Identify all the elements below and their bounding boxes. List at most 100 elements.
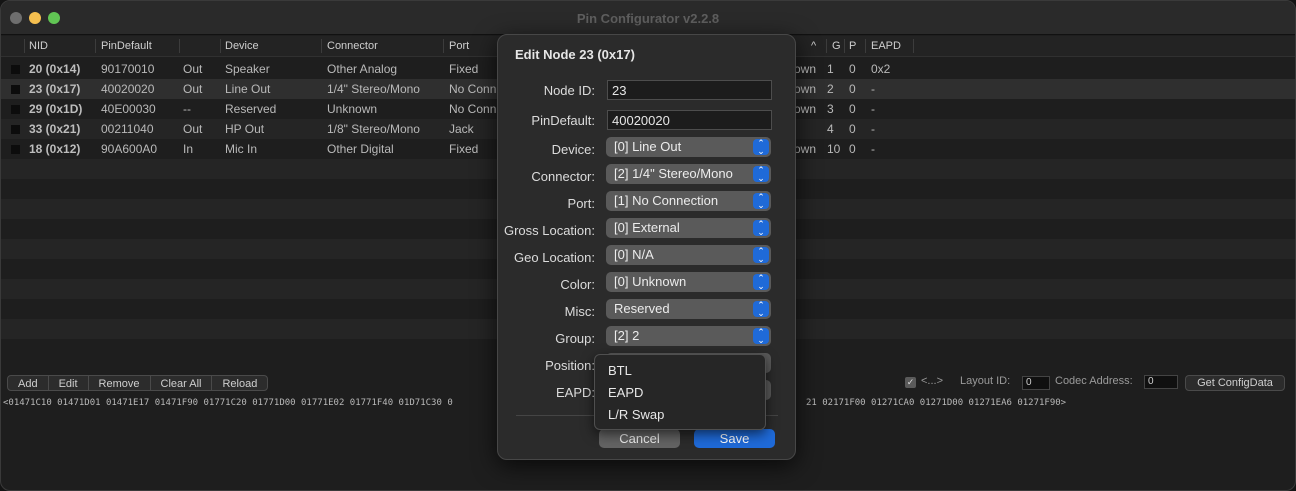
arrows-checkbox[interactable]: ✓ [905, 377, 916, 388]
cell-device: Line Out [225, 82, 271, 96]
cell-nid: 29 (0x1D) [29, 102, 83, 116]
cell-direction: In [183, 142, 194, 156]
chevron-updown-icon: ⌃ ⌄ [753, 274, 769, 291]
menu-item-lr-swap[interactable]: L/R Swap [608, 407, 664, 422]
pindefault-label: PinDefault: [531, 113, 595, 128]
reload-button[interactable]: Reload [212, 376, 267, 390]
gross-location-select-value: [0] External [614, 220, 680, 235]
codec-address-label: Codec Address: [1055, 375, 1133, 387]
cell-location: own [794, 142, 817, 156]
edit-button[interactable]: Edit [49, 376, 89, 390]
cell-direction: -- [183, 102, 191, 116]
cell-position: 0 [849, 122, 856, 136]
cell-nid: 18 (0x12) [29, 142, 81, 156]
misc-label: Misc: [564, 304, 595, 319]
node-id-field[interactable]: 23 [607, 80, 772, 100]
cell-device: Mic In [225, 142, 258, 156]
row-checkbox[interactable] [11, 145, 20, 154]
column-separator [844, 39, 845, 53]
port-select[interactable]: [1] No Connection ⌃ ⌄ [606, 191, 771, 211]
cell-connector: 1/4" Stereo/Mono [327, 82, 420, 96]
cell-port: Fixed [449, 62, 479, 76]
position-label: Position: [545, 358, 595, 373]
cell-device: Speaker [225, 62, 270, 76]
menu-item-btl[interactable]: BTL [608, 363, 632, 378]
cell-port: No Conn [449, 82, 497, 96]
clear-all-button[interactable]: Clear All [151, 376, 213, 390]
cell-port: Fixed [449, 142, 479, 156]
misc-select[interactable]: Reserved ⌃ ⌄ [606, 299, 771, 319]
cell-group: 4 [827, 122, 834, 136]
cell-pindefault: 40E00030 [101, 102, 156, 116]
add-button[interactable]: Add [8, 376, 49, 390]
device-select[interactable]: [0] Line Out ⌃ ⌄ [606, 137, 771, 157]
column-separator [220, 39, 221, 53]
cell-direction: Out [183, 62, 203, 76]
cell-device: Reserved [225, 102, 277, 116]
column-separator [24, 39, 25, 53]
group-select[interactable]: [2] 2 ⌃ ⌄ [606, 326, 771, 346]
group-label: Group: [555, 331, 595, 346]
codec-address-stepper[interactable]: 0 [1144, 375, 1178, 389]
remove-button[interactable]: Remove [89, 376, 151, 390]
cell-pindefault: 00211040 [101, 122, 154, 136]
cell-position: 0 [849, 142, 856, 156]
cell-position: 0 [849, 62, 856, 76]
column-header-device[interactable]: Device [225, 40, 259, 52]
row-checkbox[interactable] [11, 85, 20, 94]
column-separator [826, 39, 827, 53]
chevron-updown-icon: ⌃ ⌄ [753, 247, 769, 264]
column-header-connector[interactable]: Connector [327, 40, 378, 52]
column-header-p[interactable]: P [849, 40, 856, 52]
cell-direction: Out [183, 122, 203, 136]
get-configdata-button[interactable]: Get ConfigData [1185, 375, 1285, 391]
row-checkbox[interactable] [11, 125, 20, 134]
cell-eapd: - [871, 102, 875, 116]
geo-location-select[interactable]: [0] N/A ⌃ ⌄ [606, 245, 771, 265]
window-title: Pin Configurator v2.2.8 [576, 11, 720, 26]
sort-indicator-icon: ^ [811, 40, 817, 52]
column-separator [321, 39, 322, 53]
column-separator [913, 39, 914, 53]
row-checkbox[interactable] [11, 65, 20, 74]
color-label: Color: [560, 277, 595, 292]
cell-pindefault: 90A600A0 [101, 142, 158, 156]
cell-position: 0 [849, 102, 856, 116]
column-separator [443, 39, 444, 53]
column-separator [865, 39, 866, 53]
cell-port: Jack [449, 122, 474, 136]
cancel-button[interactable]: Cancel [599, 429, 680, 448]
cell-port: No Conn [449, 102, 497, 116]
column-header-g[interactable]: G [832, 40, 841, 52]
row-checkbox[interactable] [11, 105, 20, 114]
eapd-options-menu: BTL EAPD L/R Swap [594, 354, 766, 430]
save-button[interactable]: Save [694, 429, 775, 448]
pindefault-field[interactable]: 40020020 [607, 110, 772, 130]
column-separator [179, 39, 180, 53]
cell-eapd: - [871, 122, 875, 136]
cell-connector: Other Digital [327, 142, 394, 156]
chevron-updown-icon: ⌃ ⌄ [753, 328, 769, 345]
column-header-port[interactable]: Port [449, 40, 469, 52]
gross-location-select[interactable]: [0] External ⌃ ⌄ [606, 218, 771, 238]
arrows-label: <...> [921, 375, 944, 387]
port-label: Port: [567, 196, 595, 211]
cell-location: own [794, 82, 817, 96]
cell-pindefault: 40020020 [101, 82, 155, 96]
column-separator [95, 39, 96, 53]
menu-item-eapd[interactable]: EAPD [608, 385, 643, 400]
column-header-eapd[interactable]: EAPD [871, 40, 901, 52]
cell-group: 1 [827, 62, 834, 76]
column-header-nid[interactable]: NID [29, 40, 48, 52]
column-header-pindefault[interactable]: PinDefault [101, 40, 152, 52]
gross-location-label: Gross Location: [503, 223, 595, 238]
geo-location-label: Geo Location: [514, 250, 595, 265]
layout-id-input[interactable]: 0 [1022, 376, 1050, 390]
cell-pindefault: 90170010 [101, 62, 155, 76]
color-select[interactable]: [0] Unknown ⌃ ⌄ [606, 272, 771, 292]
connector-select[interactable]: [2] 1/4" Stereo/Mono ⌃ ⌄ [606, 164, 771, 184]
cell-eapd: - [871, 142, 875, 156]
cell-group: 3 [827, 102, 834, 116]
layout-id-label: Layout ID: [960, 375, 1011, 387]
geo-location-select-value: [0] N/A [614, 247, 654, 262]
